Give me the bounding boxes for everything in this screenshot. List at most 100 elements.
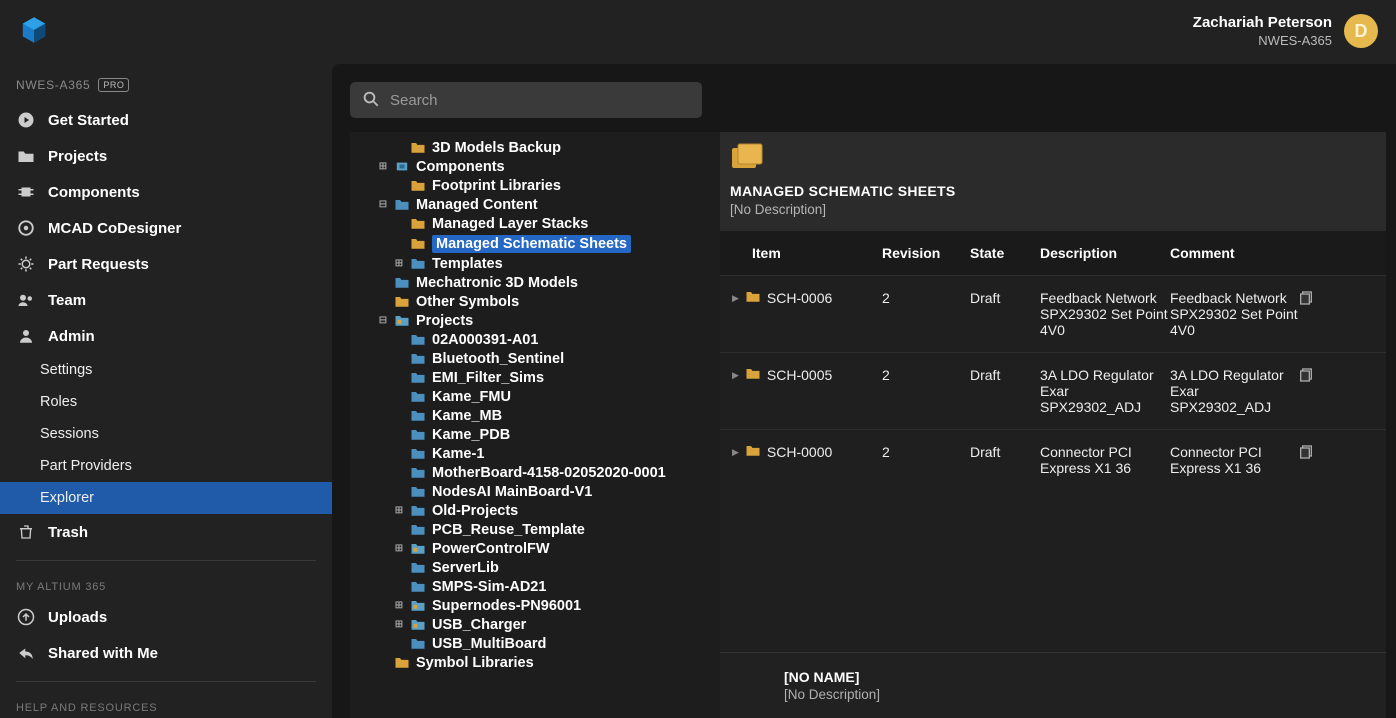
tree-node[interactable]: USB_MultiBoard xyxy=(350,634,720,653)
nav-trash[interactable]: Trash xyxy=(0,514,332,550)
avatar[interactable]: D xyxy=(1344,14,1378,48)
expander-icon[interactable]: ⊞ xyxy=(378,161,388,172)
tree-node[interactable]: Managed Schematic Sheets xyxy=(350,233,720,254)
expander-icon[interactable]: ⊞ xyxy=(394,619,404,630)
nav-part-providers[interactable]: Part Providers xyxy=(0,450,332,482)
expander-icon[interactable] xyxy=(394,142,404,153)
tree-node[interactable]: ⊞Old-Projects xyxy=(350,501,720,520)
expander-icon[interactable] xyxy=(394,448,404,459)
expander-icon[interactable] xyxy=(378,277,388,288)
expander-icon[interactable]: ⊟ xyxy=(378,199,388,210)
expander-icon[interactable] xyxy=(394,486,404,497)
tree-node[interactable]: ServerLib xyxy=(350,558,720,577)
nav-explorer[interactable]: Explorer xyxy=(0,482,332,514)
expander-icon[interactable] xyxy=(378,657,388,668)
tree-label: NodesAI MainBoard-V1 xyxy=(432,484,592,500)
explorer-tree[interactable]: 3D Models Backup⊞Components Footprint Li… xyxy=(350,132,720,718)
tree-node[interactable]: Kame-1 xyxy=(350,444,720,463)
table-row[interactable]: ▶SCH-00062DraftFeedback Network SPX29302… xyxy=(720,275,1386,352)
expander-icon[interactable]: ⊟ xyxy=(378,315,388,326)
tree-node[interactable]: Mechatronic 3D Models xyxy=(350,273,720,292)
tree-node[interactable]: NodesAI MainBoard-V1 xyxy=(350,482,720,501)
expander-icon[interactable] xyxy=(394,524,404,535)
tree-node[interactable]: Kame_MB xyxy=(350,406,720,425)
expander-icon[interactable] xyxy=(394,467,404,478)
nav-shared-with-me[interactable]: Shared with Me xyxy=(0,635,332,671)
col-description[interactable]: Description xyxy=(1040,245,1170,261)
search-input[interactable] xyxy=(390,92,690,109)
tree-node[interactable]: Footprint Libraries xyxy=(350,176,720,195)
expander-icon[interactable] xyxy=(394,180,404,191)
expander-icon[interactable]: ⊞ xyxy=(394,258,404,269)
copy-icon[interactable] xyxy=(1298,290,1314,306)
table-row[interactable]: ▶SCH-00002DraftConnector PCI Express X1 … xyxy=(720,429,1386,490)
row-expander-icon[interactable]: ▶ xyxy=(732,370,739,381)
tree-node[interactable]: EMI_Filter_Sims xyxy=(350,368,720,387)
col-state[interactable]: State xyxy=(970,245,1040,261)
tree-node[interactable]: ⊟Projects xyxy=(350,311,720,330)
section-my-altium: MY ALTIUM 365 xyxy=(0,571,332,599)
nav-part-requests[interactable]: Part Requests xyxy=(0,246,332,282)
nav-projects[interactable]: Projects xyxy=(0,138,332,174)
row-expander-icon[interactable]: ▶ xyxy=(732,293,739,304)
nav-sessions[interactable]: Sessions xyxy=(0,418,332,450)
nav-mcad-codesigner[interactable]: MCAD CoDesigner xyxy=(0,210,332,246)
expander-icon[interactable] xyxy=(394,429,404,440)
col-revision[interactable]: Revision xyxy=(882,245,970,261)
expander-icon[interactable] xyxy=(394,238,404,249)
tree-node[interactable]: ⊞PowerControlFW xyxy=(350,539,720,558)
tree-node[interactable]: Kame_PDB xyxy=(350,425,720,444)
table-row[interactable]: ▶SCH-00052Draft3A LDO Regulator Exar SPX… xyxy=(720,352,1386,429)
folder-icon xyxy=(410,179,426,193)
tree-node[interactable]: MotherBoard-4158-02052020-0001 xyxy=(350,463,720,482)
copy-icon[interactable] xyxy=(1298,367,1314,383)
tree-node[interactable]: Other Symbols xyxy=(350,292,720,311)
search-box[interactable] xyxy=(350,82,702,118)
cell-state: Draft xyxy=(970,367,1040,383)
expander-icon[interactable]: ⊞ xyxy=(394,505,404,516)
expander-icon[interactable] xyxy=(394,391,404,402)
tree-node[interactable]: Symbol Libraries xyxy=(350,653,720,672)
app-logo[interactable] xyxy=(18,14,50,49)
folder-icon xyxy=(410,618,426,632)
expander-icon[interactable] xyxy=(394,410,404,421)
expander-icon[interactable] xyxy=(394,334,404,345)
tree-node[interactable]: ⊞Supernodes-PN96001 xyxy=(350,596,720,615)
row-expander-icon[interactable]: ▶ xyxy=(732,447,739,458)
tree-node[interactable]: SMPS-Sim-AD21 xyxy=(350,577,720,596)
expander-icon[interactable] xyxy=(394,218,404,229)
tree-node[interactable]: Kame_FMU xyxy=(350,387,720,406)
tree-label: Kame_PDB xyxy=(432,427,510,443)
nav-settings[interactable]: Settings xyxy=(0,354,332,386)
nav-roles[interactable]: Roles xyxy=(0,386,332,418)
tree-node[interactable]: ⊞Components xyxy=(350,157,720,176)
tree-node[interactable]: 3D Models Backup xyxy=(350,138,720,157)
tree-node[interactable]: ⊞USB_Charger xyxy=(350,615,720,634)
expander-icon[interactable]: ⊞ xyxy=(394,600,404,611)
tree-node[interactable]: PCB_Reuse_Template xyxy=(350,520,720,539)
folder-icon xyxy=(410,371,426,385)
expander-icon[interactable] xyxy=(394,353,404,364)
tree-node[interactable]: Managed Layer Stacks xyxy=(350,214,720,233)
expander-icon[interactable] xyxy=(394,581,404,592)
expander-icon[interactable] xyxy=(394,638,404,649)
tree-node[interactable]: 02A000391-A01 xyxy=(350,330,720,349)
col-comment[interactable]: Comment xyxy=(1170,245,1298,261)
nav-components[interactable]: Components xyxy=(0,174,332,210)
nav-admin[interactable]: Admin xyxy=(0,318,332,354)
chip-icon xyxy=(16,182,36,202)
tree-node[interactable]: Bluetooth_Sentinel xyxy=(350,349,720,368)
expander-icon[interactable] xyxy=(394,372,404,383)
user-name: Zachariah Peterson xyxy=(1193,14,1332,31)
copy-icon[interactable] xyxy=(1298,444,1314,460)
nav-get-started[interactable]: Get Started xyxy=(0,102,332,138)
expander-icon[interactable]: ⊞ xyxy=(394,543,404,554)
expander-icon[interactable] xyxy=(378,296,388,307)
tree-node[interactable]: ⊞Templates xyxy=(350,254,720,273)
user-block[interactable]: Zachariah Peterson NWES-A365 D xyxy=(1193,14,1378,48)
nav-team[interactable]: Team xyxy=(0,282,332,318)
col-item[interactable]: Item xyxy=(732,245,882,261)
nav-uploads[interactable]: Uploads xyxy=(0,599,332,635)
expander-icon[interactable] xyxy=(394,562,404,573)
tree-node[interactable]: ⊟Managed Content xyxy=(350,195,720,214)
